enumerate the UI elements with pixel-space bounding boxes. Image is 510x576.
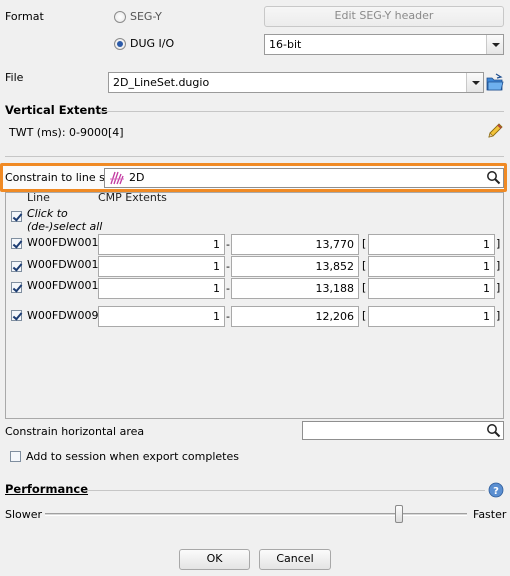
file-value: 2D_LineSet.dugio bbox=[113, 76, 210, 89]
cmp-to-input[interactable]: 12,206 bbox=[231, 306, 359, 327]
slider-min-label: Slower bbox=[5, 508, 43, 521]
range-dash: - bbox=[226, 310, 230, 323]
vertical-extents-title: Vertical Extents bbox=[5, 103, 108, 117]
range-dash: - bbox=[226, 282, 230, 295]
line-set-icon bbox=[109, 170, 125, 186]
cmp-step-input[interactable]: 1 bbox=[368, 306, 495, 327]
bracket-close: ] bbox=[496, 281, 501, 294]
ok-button[interactable]: OK bbox=[179, 549, 250, 570]
column-header-line: Line bbox=[27, 191, 50, 204]
add-to-session-label[interactable]: Add to session when export completes bbox=[26, 450, 239, 463]
range-dash: - bbox=[226, 238, 230, 251]
performance-slider-thumb[interactable] bbox=[395, 505, 404, 523]
section-divider bbox=[100, 111, 504, 112]
cmp-step-input[interactable]: 1 bbox=[368, 234, 495, 255]
edit-segy-header-button[interactable]: Edit SEG-Y header bbox=[264, 6, 504, 27]
bracket-open: [ bbox=[362, 309, 367, 322]
cmp-step-input[interactable]: 1 bbox=[368, 278, 495, 299]
performance-title[interactable]: Performance bbox=[5, 482, 88, 496]
line-name: W00FDW0096 bbox=[27, 309, 106, 322]
row-checkbox-w00fdw0018[interactable] bbox=[11, 282, 22, 293]
bit-depth-value: 16-bit bbox=[269, 38, 302, 51]
bracket-open: [ bbox=[362, 281, 367, 294]
cmp-to-input[interactable]: 13,188 bbox=[231, 278, 359, 299]
svg-text:?: ? bbox=[493, 486, 499, 497]
section-divider bbox=[5, 156, 504, 157]
search-icon[interactable] bbox=[486, 170, 501, 185]
row-checkbox-w00fdw0015[interactable] bbox=[11, 261, 22, 272]
bracket-close: ] bbox=[496, 237, 501, 250]
constrain-line-set-label: Constrain to line set bbox=[5, 171, 116, 184]
line-name: W00FDW0015 bbox=[27, 258, 106, 271]
twt-range-text: TWT (ms): 0-9000[4] bbox=[9, 126, 124, 139]
row-checkbox-w00fdw0096[interactable] bbox=[11, 310, 22, 321]
search-icon[interactable] bbox=[486, 423, 501, 438]
cmp-from-input[interactable]: 1 bbox=[98, 278, 225, 299]
segy-radio[interactable] bbox=[114, 11, 126, 23]
bit-depth-select[interactable]: 16-bit bbox=[264, 34, 504, 55]
cmp-to-input[interactable]: 13,770 bbox=[231, 234, 359, 255]
segy-label[interactable]: SEG-Y bbox=[130, 10, 162, 23]
bracket-open: [ bbox=[362, 237, 367, 250]
cmp-step-input[interactable]: 1 bbox=[368, 256, 495, 277]
select-all-label[interactable]: Click to (de-)select all bbox=[27, 207, 102, 233]
bracket-close: ] bbox=[496, 259, 501, 272]
row-checkbox-w00fdw0013[interactable] bbox=[11, 238, 22, 249]
chevron-down-icon[interactable] bbox=[466, 73, 483, 92]
cmp-to-input[interactable]: 13,852 bbox=[231, 256, 359, 277]
file-label: File bbox=[5, 71, 24, 84]
horizontal-area-label: Constrain horizontal area bbox=[5, 425, 145, 438]
cancel-button[interactable]: Cancel bbox=[259, 549, 331, 570]
line-set-search-field[interactable]: 2D bbox=[104, 168, 504, 188]
format-label: Format bbox=[5, 10, 44, 23]
bracket-open: [ bbox=[362, 259, 367, 272]
dug-io-label[interactable]: DUG I/O bbox=[130, 37, 174, 50]
column-header-cmp-extents: CMP Extents bbox=[98, 191, 167, 204]
add-to-session-checkbox[interactable] bbox=[10, 451, 21, 462]
cmp-from-input[interactable]: 1 bbox=[98, 256, 225, 277]
section-divider bbox=[85, 490, 485, 491]
cmp-from-input[interactable]: 1 bbox=[98, 234, 225, 255]
help-icon[interactable]: ? bbox=[488, 482, 504, 498]
performance-slider-track[interactable] bbox=[45, 513, 467, 516]
dug-io-radio[interactable] bbox=[114, 38, 126, 50]
chevron-down-icon[interactable] bbox=[486, 35, 503, 54]
line-name: W00FDW0013 bbox=[27, 236, 106, 249]
cmp-from-input[interactable]: 1 bbox=[98, 306, 225, 327]
slider-max-label: Faster bbox=[473, 508, 507, 521]
line-name: W00FDW0018 bbox=[27, 279, 106, 292]
select-all-checkbox[interactable] bbox=[11, 211, 22, 222]
range-dash: - bbox=[226, 260, 230, 273]
open-folder-icon[interactable] bbox=[486, 72, 504, 92]
horizontal-area-search-field[interactable] bbox=[302, 421, 504, 440]
pencil-icon[interactable] bbox=[486, 122, 504, 140]
file-select[interactable]: 2D_LineSet.dugio bbox=[108, 72, 484, 93]
line-set-value: 2D bbox=[129, 171, 145, 184]
bracket-close: ] bbox=[496, 309, 501, 322]
